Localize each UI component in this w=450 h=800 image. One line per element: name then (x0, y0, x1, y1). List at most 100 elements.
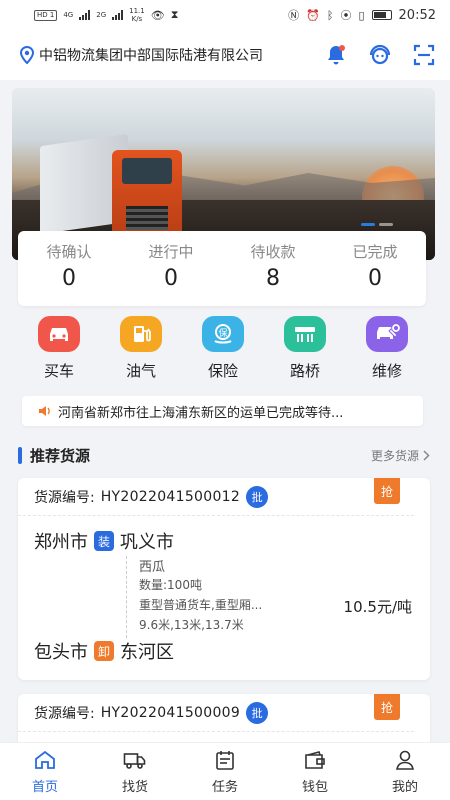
net-speed-unit: K/s (131, 15, 143, 23)
stat-label: 待收款 (250, 243, 296, 261)
stat-pending-confirm[interactable]: 待确认 0 (18, 231, 120, 306)
cargo-id: HY2022041500012 (100, 488, 241, 505)
more-cargo-link[interactable]: 更多货源 (371, 447, 430, 464)
alarm-icon: ⏰ (306, 8, 320, 22)
network-chip: HD 1 (34, 9, 58, 21)
tab-wallet[interactable]: 钱包 (270, 743, 360, 800)
service-label: 路桥 (289, 362, 320, 380)
route-origin: 郑州市 装 巩义市 (34, 528, 174, 554)
grab-button[interactable]: 抢 (374, 478, 400, 504)
service-fuel[interactable]: 油气 (100, 316, 182, 384)
notice-text: 河南省新郑市往上海浦东新区的运单已完成等待... (58, 405, 344, 421)
toll-bridge-icon (284, 316, 326, 352)
app-header: 中铝物流集团中部国际陆港有限公司 (0, 30, 450, 80)
stat-pending-payment[interactable]: 待收款 8 (222, 231, 324, 306)
stat-value: 0 (368, 266, 382, 291)
speaker-icon (39, 406, 50, 416)
location-status-icon: ⦿ (340, 9, 352, 22)
stat-completed[interactable]: 已完成 0 (324, 231, 426, 306)
net-speed: 11.1 K/s (129, 7, 145, 23)
service-buy-car[interactable]: 买车 (18, 316, 100, 384)
battery-icon (371, 10, 392, 20)
service-label: 维修 (371, 362, 402, 380)
more-cargo-label: 更多货源 (370, 448, 419, 463)
route-destination: 包头市 卸 东河区 (34, 638, 174, 664)
grab-button[interactable]: 抢 (374, 694, 400, 720)
stat-value: 0 (62, 266, 76, 291)
load-tag: 装 (94, 531, 114, 551)
goods-quantity: 数量:100吨 (139, 578, 202, 592)
service-repair[interactable]: 维修 (346, 316, 428, 384)
cargo-id: HY2022041500009 (100, 704, 241, 721)
origin-district: 巩义市 (120, 532, 174, 553)
tab-find-cargo[interactable]: 找货 (90, 743, 180, 800)
location-pin-icon (20, 46, 34, 64)
network-label-2: 2G (96, 11, 107, 19)
service-grid: 买车 油气 保 保险 路桥 维修 (18, 316, 428, 384)
eye-icon: 👁 (150, 8, 165, 22)
tab-profile[interactable]: 我的 (360, 743, 450, 800)
cargo-card-header: 货源编号: HY2022041500009 批 (18, 694, 414, 732)
bell-icon[interactable] (324, 43, 348, 67)
truck-icon (123, 753, 146, 769)
status-bar: HD 1 4G 2G 11.1 K/s 👁 ⧗ Ⓝ ⏰ ᛒ ⦿ ▯ 20:52 (0, 0, 450, 30)
stat-in-progress[interactable]: 进行中 0 (120, 231, 222, 306)
tab-home[interactable]: 首页 (0, 743, 90, 800)
status-right: Ⓝ ⏰ ᛒ ⦿ ▯ 20:52 (288, 7, 436, 23)
batch-badge: 批 (246, 701, 269, 724)
task-icon (216, 751, 234, 770)
signal-icon (79, 10, 91, 20)
company-selector[interactable]: 中铝物流集团中部国际陆港有限公司 (20, 45, 324, 65)
insurance-icon: 保 (202, 316, 244, 352)
tab-label: 首页 (31, 780, 58, 795)
order-stats: 待确认 0 进行中 0 待收款 8 已完成 0 (18, 231, 426, 306)
clock: 20:52 (398, 7, 436, 23)
banner-dot-2 (379, 223, 393, 226)
banner-indicator (361, 223, 393, 226)
customer-service-icon[interactable] (368, 43, 392, 67)
freight-price: 10.5元/吨 (343, 598, 412, 616)
service-insurance[interactable]: 保 保险 (182, 316, 264, 384)
home-icon (35, 750, 55, 769)
chevron-right-icon (423, 449, 430, 461)
tab-label: 任务 (211, 780, 238, 795)
user-icon (396, 750, 414, 770)
truck-grill (126, 206, 168, 230)
stat-label: 已完成 (352, 243, 398, 261)
repair-icon (366, 316, 408, 352)
goods-name: 西瓜 (139, 560, 166, 575)
fuel-icon (120, 316, 162, 352)
unload-tag: 卸 (94, 641, 114, 661)
header-actions (324, 43, 436, 67)
cargo-card-header: 货源编号: HY2022041500012 批 (18, 478, 414, 516)
destination-city: 包头市 (34, 642, 88, 663)
destination-district: 东河区 (120, 642, 174, 663)
notice-bar[interactable]: 河南省新郑市往上海浦东新区的运单已完成等待... (22, 396, 423, 426)
car-icon (38, 316, 80, 352)
tab-tasks[interactable]: 任务 (180, 743, 270, 800)
bluetooth-icon: ᛒ (326, 8, 334, 22)
company-name: 中铝物流集团中部国际陆港有限公司 (39, 48, 263, 64)
tab-label: 钱包 (301, 780, 328, 795)
signal-icon-2 (112, 10, 124, 20)
section-title: 推荐货源 (18, 445, 90, 466)
stat-label: 待确认 (46, 243, 92, 261)
service-label: 买车 (43, 362, 74, 380)
recommended-section-header: 推荐货源 更多货源 (18, 440, 430, 470)
origin-city: 郑州市 (34, 532, 88, 553)
service-toll[interactable]: 路桥 (264, 316, 346, 384)
hourglass-icon: ⧗ (170, 8, 179, 21)
cargo-card[interactable]: 货源编号: HY2022041500012 批 抢 郑州市 装 巩义市 西瓜 数… (18, 478, 430, 680)
net-speed-value: 11.1 (129, 7, 145, 15)
svg-text:保: 保 (218, 327, 227, 339)
wallet-icon (305, 751, 325, 769)
scan-icon[interactable] (412, 43, 436, 67)
banner-dot-1 (361, 223, 375, 226)
batch-badge: 批 (246, 485, 269, 508)
nfc-icon: Ⓝ (288, 9, 300, 22)
tab-label: 我的 (391, 780, 418, 795)
status-left: HD 1 4G 2G 11.1 K/s 👁 ⧗ (34, 7, 178, 23)
stat-value: 8 (266, 266, 280, 291)
cargo-id-label: 货源编号: (34, 705, 95, 722)
service-label: 保险 (207, 362, 238, 380)
